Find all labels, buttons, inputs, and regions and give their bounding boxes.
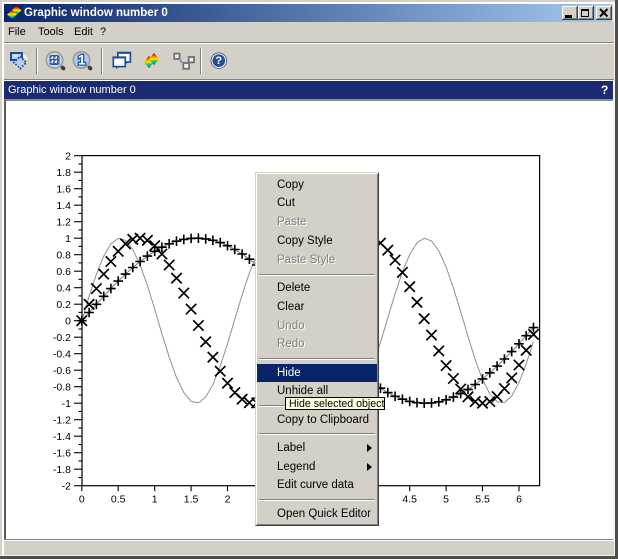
svg-text:-1.4: -1.4 [53,431,71,443]
svg-text:5.5: 5.5 [475,494,490,506]
svg-text:1.4: 1.4 [56,200,71,212]
svg-text:-1.2: -1.2 [53,414,71,426]
svg-text:0.4: 0.4 [56,282,71,294]
svg-text:1.8: 1.8 [56,167,71,179]
svg-text:0.8: 0.8 [56,249,71,261]
svg-text:1: 1 [78,53,86,68]
svg-text:-1: -1 [62,398,71,410]
svg-text:2: 2 [65,150,71,162]
svg-text:-0.2: -0.2 [53,332,71,344]
svg-text:0: 0 [65,315,71,327]
svg-text:1: 1 [152,494,158,506]
svg-text:5: 5 [443,494,449,506]
svg-text:-0.6: -0.6 [53,365,71,377]
svg-text:-0.8: -0.8 [53,381,71,393]
svg-text:1.5: 1.5 [184,494,199,506]
svg-text:2: 2 [225,494,231,506]
svg-text:-0.4: -0.4 [53,348,71,360]
svg-text:?: ? [215,55,222,67]
svg-text:1.2: 1.2 [56,216,71,228]
svg-text:0: 0 [79,494,85,506]
svg-text:4.5: 4.5 [402,494,417,506]
svg-text:1: 1 [65,233,71,245]
svg-text:-2: -2 [62,480,71,492]
svg-text:0.6: 0.6 [56,266,71,278]
svg-text:1.6: 1.6 [56,183,71,195]
svg-text:0.5: 0.5 [111,494,126,506]
svg-text:-1.6: -1.6 [53,447,71,459]
svg-text:-1.8: -1.8 [53,464,71,476]
svg-text:6: 6 [516,494,522,506]
svg-text:0.2: 0.2 [56,299,71,311]
